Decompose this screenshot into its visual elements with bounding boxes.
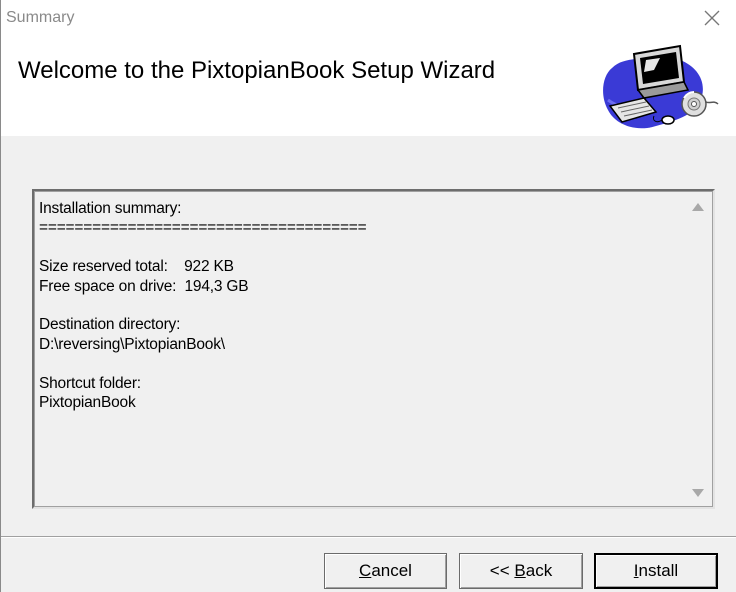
install-button[interactable]: Install (594, 553, 718, 589)
cancel-mnemonic: C (359, 561, 372, 580)
page-heading: Welcome to the PixtopianBook Setup Wizar… (18, 57, 496, 84)
installation-summary-text: Installation summary: ==================… (39, 200, 367, 412)
computer-setup-icon (603, 44, 719, 129)
cancel-button[interactable]: Cancel (324, 553, 447, 589)
install-label-rest: nstall (638, 561, 679, 580)
cancel-label-rest: ancel (371, 561, 412, 580)
summary-box[interactable]: Installation summary: ==================… (32, 189, 715, 509)
back-label-rest: ack (525, 561, 553, 580)
close-icon (704, 10, 720, 26)
summary-box-inner: Installation summary: ==================… (34, 191, 713, 507)
window-title: Summary (6, 9, 75, 26)
wizard-header: Welcome to the PixtopianBook Setup Wizar… (0, 36, 736, 136)
scroll-up-icon[interactable] (692, 203, 704, 211)
title-bar: Summary (0, 0, 736, 36)
back-button[interactable]: << Back (459, 553, 583, 589)
setup-wizard-window: Summary Welcome to the PixtopianBook Set… (0, 0, 736, 592)
back-prefix: << (489, 561, 515, 580)
footer-separator (0, 536, 736, 538)
back-mnemonic: B (514, 561, 526, 580)
scroll-down-icon[interactable] (692, 489, 704, 497)
close-button[interactable] (700, 6, 724, 30)
